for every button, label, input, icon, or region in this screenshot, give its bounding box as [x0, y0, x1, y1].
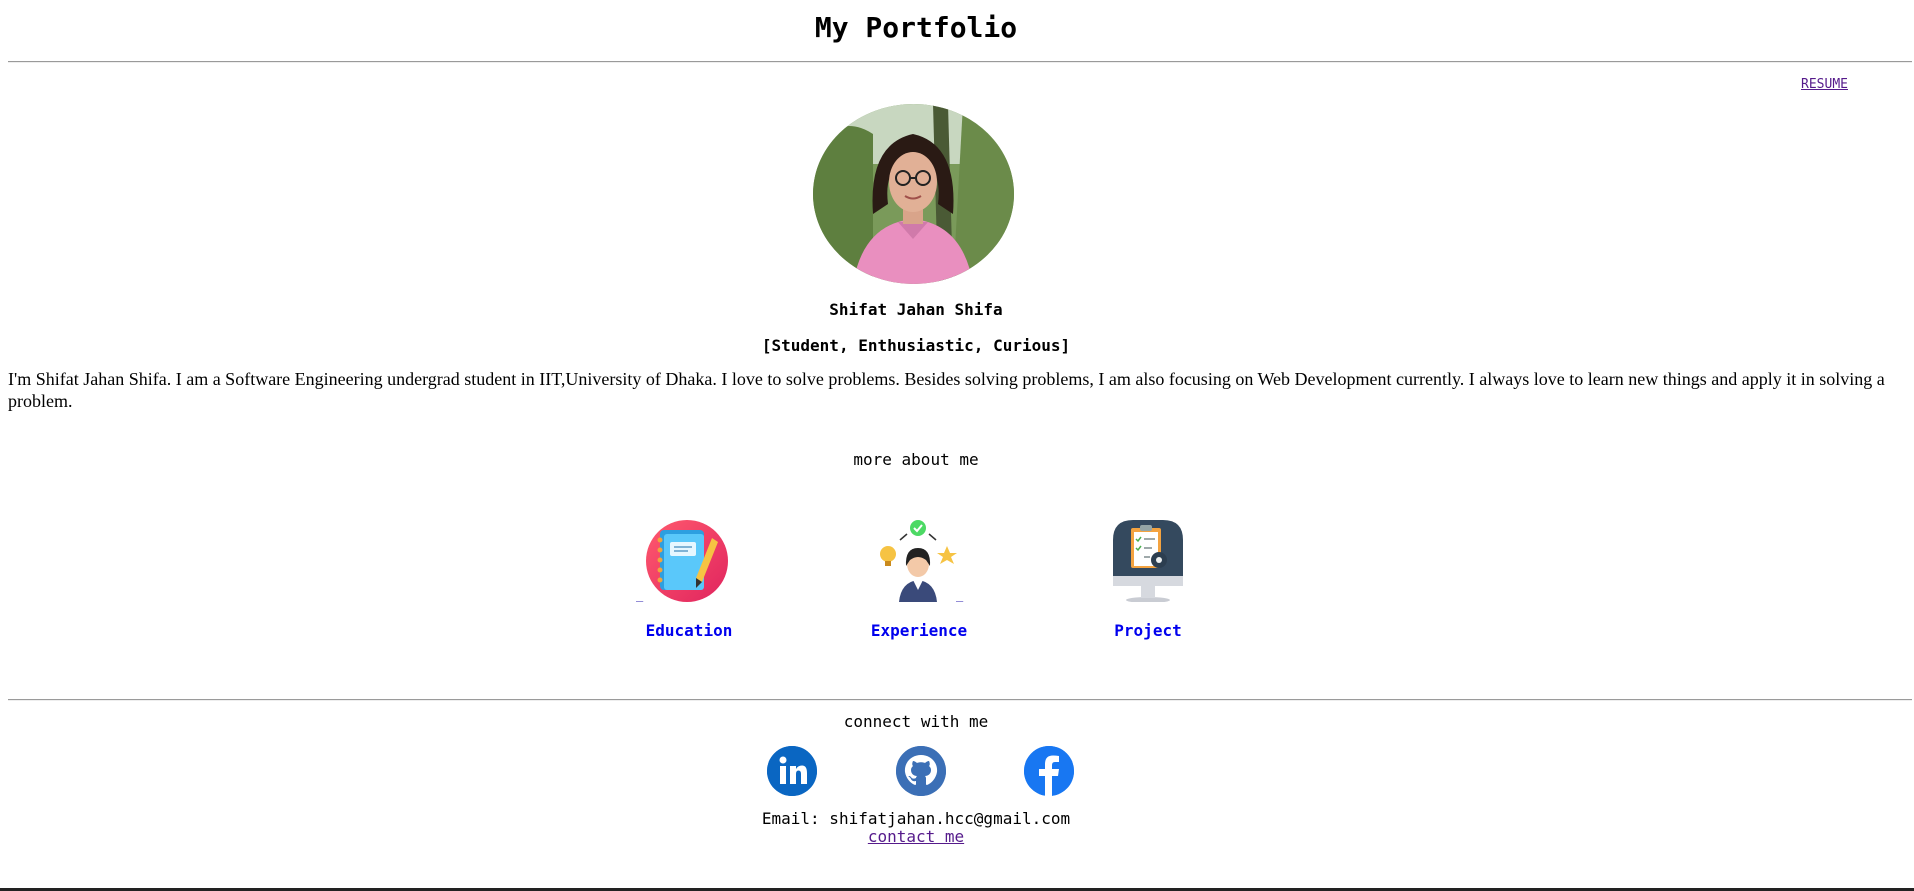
- profile-tagline: [Student, Enthusiastic, Curious]: [761, 336, 1071, 355]
- education-label: Education: [645, 621, 733, 640]
- page-title: My Portfolio: [814, 11, 1018, 44]
- monitor-clipboard-icon: [1113, 520, 1183, 602]
- profile-name: Shifat Jahan Shifa: [829, 300, 1003, 319]
- linkedin-icon: [767, 746, 817, 796]
- bottom-divider: [8, 699, 1912, 701]
- bio-text: I'm Shifat Jahan Shifa. I am a Software …: [8, 369, 1885, 411]
- contact-wrapper: contact me: [0, 826, 1832, 848]
- notebook-icon: [646, 520, 728, 602]
- profile-photo: [813, 104, 1014, 284]
- facebook-link[interactable]: [1024, 746, 1074, 796]
- experience-underscore: _: [956, 588, 964, 602]
- experience-label: Experience: [870, 621, 968, 640]
- person-ideas-icon: [880, 520, 957, 602]
- top-divider: [8, 61, 1912, 63]
- contact-me-link[interactable]: contact me: [868, 827, 964, 846]
- more-about-title: more about me: [853, 450, 979, 469]
- project-label: Project: [1114, 621, 1182, 640]
- facebook-icon: [1024, 746, 1074, 796]
- resume-link[interactable]: RESUME: [1801, 77, 1848, 92]
- connect-title: connect with me: [843, 712, 989, 731]
- github-icon: [896, 746, 946, 796]
- linkedin-link[interactable]: [767, 746, 817, 796]
- education-underscore: _: [636, 588, 644, 602]
- profile-photo-image: [813, 104, 1014, 284]
- github-link[interactable]: [896, 746, 946, 796]
